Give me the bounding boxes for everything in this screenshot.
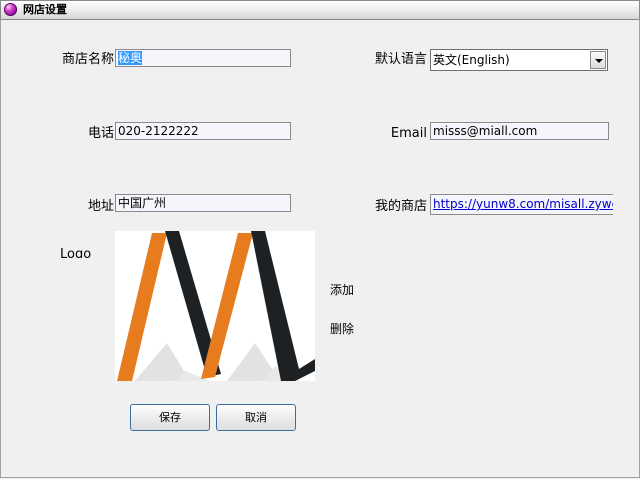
phone-label: 电话 (87, 126, 114, 141)
shop-name-value: 秘奥 (118, 51, 143, 65)
app-icon (4, 3, 17, 16)
brand-logo-icon (117, 231, 315, 381)
logo-label: Logo (60, 247, 92, 258)
title-bar[interactable]: 网店设置 (0, 0, 640, 20)
cancel-button[interactable]: 取消 (216, 404, 296, 431)
language-select[interactable]: 英文(English) (430, 49, 608, 71)
shop-name-input[interactable]: 秘奥 (115, 49, 291, 67)
my-shop-link-field[interactable]: https://yunw8.com/misall.zywcs (430, 194, 613, 215)
save-button[interactable]: 保存 (130, 404, 210, 431)
email-label: Email (390, 126, 427, 141)
language-label: 默认语言 (374, 52, 427, 67)
email-input[interactable]: misss@miall.com (430, 122, 609, 140)
delete-logo-link[interactable]: 删除 (330, 322, 354, 336)
my-shop-link[interactable]: https://yunw8.com/misall.zywcs (433, 197, 613, 211)
window-title: 网店设置 (23, 3, 67, 16)
add-logo-link[interactable]: 添加 (330, 283, 354, 297)
logo-image (115, 231, 315, 381)
address-input[interactable]: 中国广州 (115, 194, 291, 212)
my-shop-label: 我的商店 (374, 199, 427, 214)
chevron-down-icon[interactable] (590, 51, 606, 69)
shop-name-label: 商店名称 (61, 52, 114, 67)
language-selected-value: 英文(English) (433, 53, 510, 67)
address-label: 地址 (87, 199, 114, 214)
phone-input[interactable]: 020-2122222 (115, 122, 291, 140)
